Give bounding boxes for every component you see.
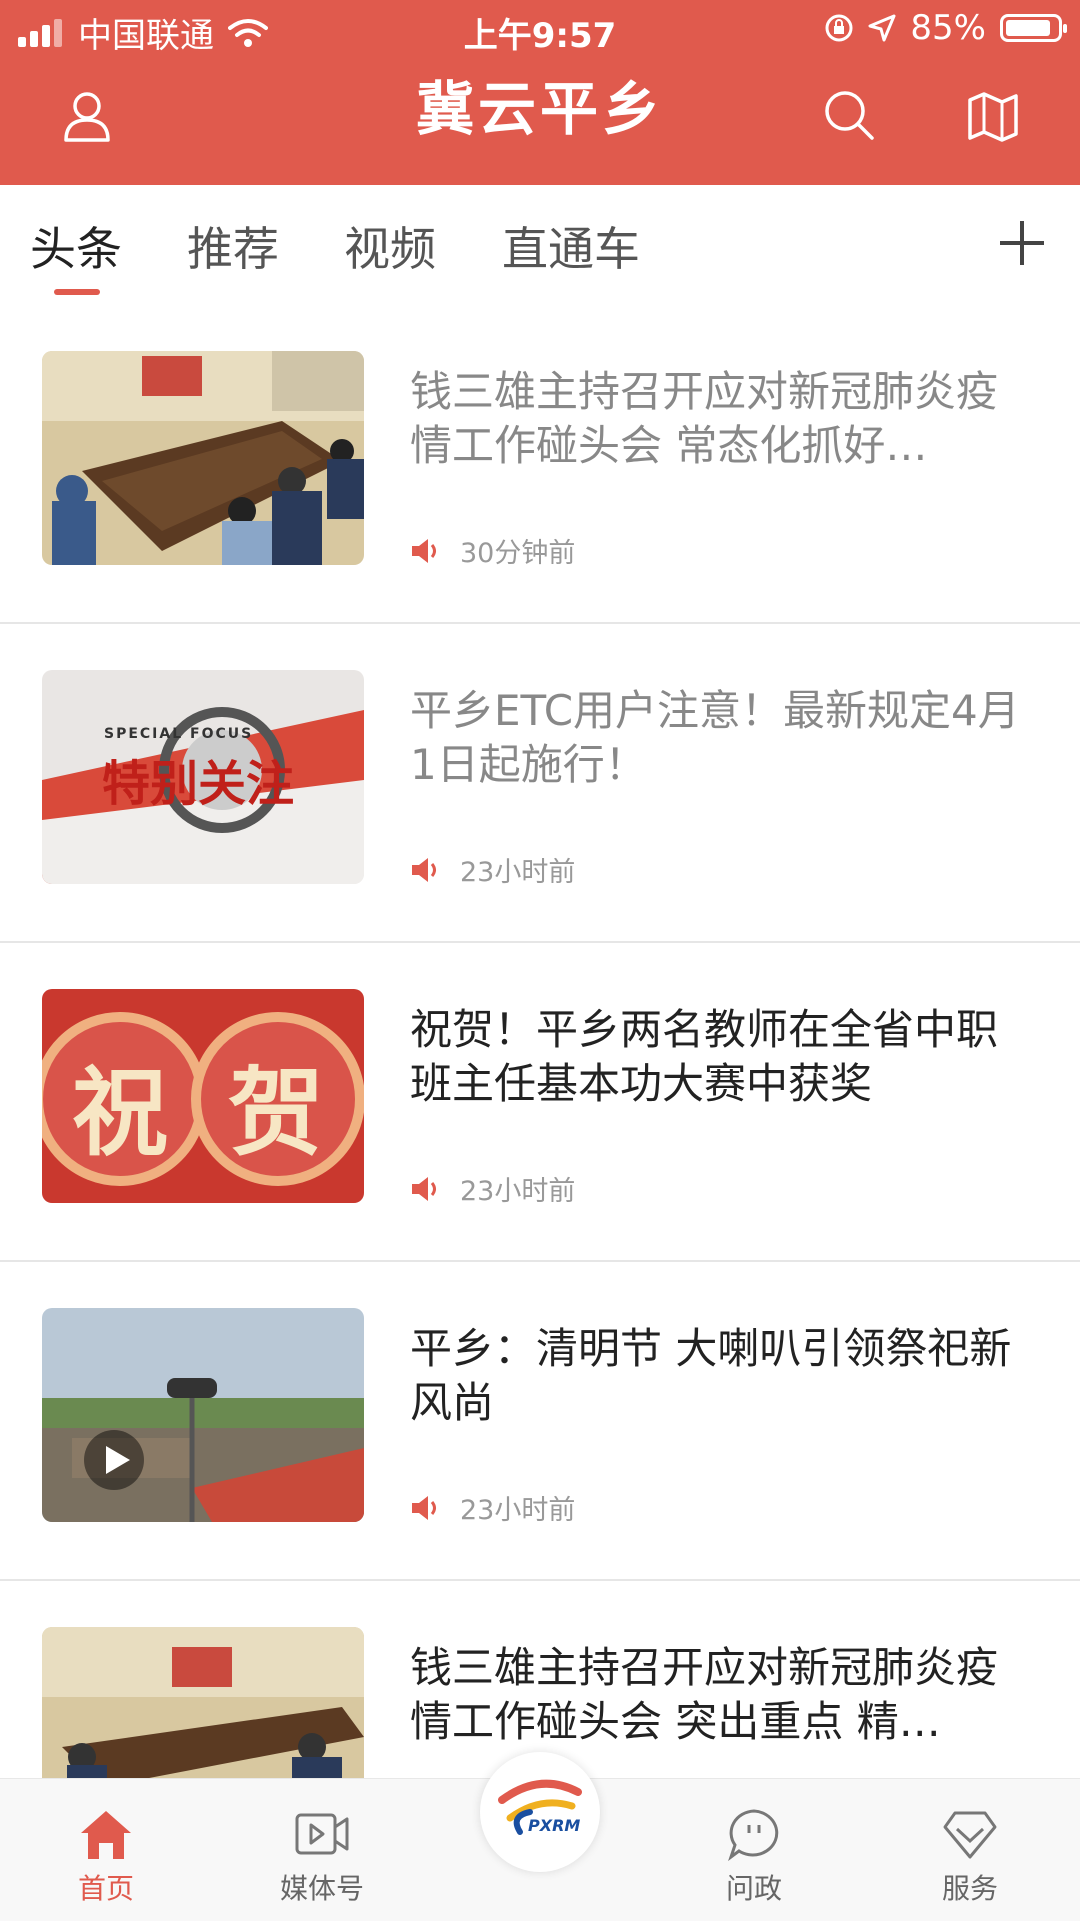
news-meta: 23小时前 xyxy=(410,1488,575,1527)
pxrm-logo-text: PXRM xyxy=(528,1816,581,1835)
battery-icon xyxy=(1000,14,1067,42)
diamond-icon xyxy=(943,1811,997,1859)
nav-label: 媒体号 xyxy=(279,1872,364,1905)
thumb-char-2: 贺 xyxy=(228,1056,324,1169)
center-logo-button[interactable]: PXRM xyxy=(480,1752,600,1872)
news-item[interactable]: 平乡：清明节 大喇叭引领祭祀新风尚 23小时前 xyxy=(0,1262,1080,1581)
news-time: 23小时前 xyxy=(460,1495,576,1526)
app-title: 冀云平乡 xyxy=(415,75,664,143)
status-right: 85% xyxy=(824,8,1067,48)
nav-home[interactable]: 首页 xyxy=(46,1807,166,1907)
video-icon xyxy=(295,1813,349,1855)
news-time: 23小时前 xyxy=(460,1176,576,1207)
nav-label: 问政 xyxy=(725,1872,782,1905)
chat-icon xyxy=(728,1809,779,1861)
news-title: 平乡ETC用户注意！最新规定4月1日起施行！ xyxy=(410,686,1020,789)
nav-label: 首页 xyxy=(77,1872,134,1905)
news-item[interactable]: 祝 贺 祝贺！平乡两名教师在全省中职班主任基本功大赛中获奖 23小时前 xyxy=(0,943,1080,1262)
active-tab-indicator xyxy=(54,289,100,295)
nav-label: 服务 xyxy=(941,1872,998,1905)
nav-inquiry[interactable]: 问政 xyxy=(694,1807,814,1907)
news-title: 钱三雄主持召开应对新冠肺炎疫情工作碰头会 突出重点 精… xyxy=(410,1643,999,1746)
news-time: 23小时前 xyxy=(460,857,576,888)
news-meta: 23小时前 xyxy=(410,1169,575,1208)
news-thumbnail: SPECIAL FOCUS 特别关注 xyxy=(42,670,364,884)
news-title: 钱三雄主持召开应对新冠肺炎疫情工作碰头会 常态化抓好… xyxy=(410,367,999,470)
news-item[interactable]: SPECIAL FOCUS 特别关注 平乡ETC用户注意！最新规定4月1日起施行… xyxy=(0,624,1080,943)
news-meta: 23小时前 xyxy=(410,850,575,889)
location-icon xyxy=(868,14,896,42)
battery-percent: 85% xyxy=(910,8,986,48)
thumb-subtitle: SPECIAL FOCUS xyxy=(104,726,254,742)
news-thumbnail xyxy=(42,1308,364,1522)
category-tabs: 头条 推荐 视频 直通车 xyxy=(0,185,1080,305)
news-title: 平乡：清明节 大喇叭引领祭祀新风尚 xyxy=(410,1324,1012,1427)
tab-recommend[interactable]: 推荐 xyxy=(187,213,279,279)
rotation-lock-icon xyxy=(825,14,853,42)
speaker-icon[interactable] xyxy=(410,1175,442,1203)
play-icon[interactable] xyxy=(82,1428,146,1492)
add-tab-icon[interactable] xyxy=(996,217,1048,269)
tab-headlines[interactable]: 头条 xyxy=(30,213,122,279)
news-meta: 30分钟前 xyxy=(410,531,575,570)
app-header: 中国联通 上午9:57 85% 冀云平乡 xyxy=(0,0,1080,185)
news-item[interactable]: 钱三雄主持召开应对新冠肺炎疫情工作碰头会 常态化抓好… 30分钟前 xyxy=(0,305,1080,624)
news-title: 祝贺！平乡两名教师在全省中职班主任基本功大赛中获奖 xyxy=(410,1005,999,1108)
nav-media[interactable]: 媒体号 xyxy=(262,1807,382,1907)
news-time: 30分钟前 xyxy=(460,538,576,569)
tab-express[interactable]: 直通车 xyxy=(502,213,640,279)
speaker-icon[interactable] xyxy=(410,1494,442,1522)
news-thumbnail: 祝 贺 xyxy=(42,989,364,1203)
home-icon xyxy=(81,1811,131,1859)
speaker-icon[interactable] xyxy=(410,856,442,884)
thumb-caption: 特别关注 xyxy=(102,756,295,812)
pxrm-logo xyxy=(498,1779,582,1835)
speaker-icon[interactable] xyxy=(410,537,442,565)
news-thumbnail xyxy=(42,351,364,565)
nav-service[interactable]: 服务 xyxy=(910,1807,1030,1907)
map-icon[interactable] xyxy=(966,88,1020,142)
news-list: 钱三雄主持召开应对新冠肺炎疫情工作碰头会 常态化抓好… 30分钟前 SPECIA… xyxy=(0,305,1080,1898)
thumb-char-1: 祝 xyxy=(72,1056,168,1169)
search-icon[interactable] xyxy=(822,88,876,142)
tab-video[interactable]: 视频 xyxy=(344,213,436,279)
status-bar: 中国联通 上午9:57 85% xyxy=(0,0,1080,60)
